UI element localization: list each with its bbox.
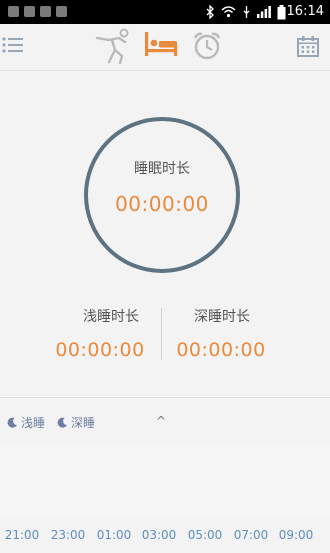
legend-deep-sleep: 深睡 [57, 414, 95, 431]
legend-light-label: 浅睡 [21, 416, 46, 430]
notification-icon [24, 6, 35, 17]
top-toolbar [0, 24, 330, 70]
toolbar-divider [0, 70, 330, 71]
total-sleep-value: 00:00:00 [115, 192, 209, 216]
total-sleep-label: 睡眠时长 [134, 161, 190, 177]
sleep-timeline-chart [0, 445, 330, 517]
status-time: 16:14 [286, 4, 324, 19]
wifi-icon [221, 6, 236, 18]
timeline-tick: 23:00 [50, 528, 86, 542]
bluetooth-icon [206, 5, 214, 19]
runner-icon[interactable] [95, 28, 133, 68]
timeline-tick: 09:00 [278, 528, 314, 542]
menu-icon[interactable] [2, 36, 24, 58]
signal-icon [257, 6, 271, 18]
expand-toggle[interactable]: ^ [156, 414, 166, 428]
calendar-icon[interactable] [297, 36, 319, 61]
battery-icon [277, 4, 286, 19]
timeline-tick: 03:00 [141, 528, 177, 542]
deep-sleep-value: 00:00:00 [176, 339, 266, 361]
notification-icon [8, 6, 19, 17]
moon-icon [57, 417, 67, 428]
timeline-tick: 01:00 [96, 528, 132, 542]
section-divider [0, 397, 330, 398]
legend-deep-label: 深睡 [71, 416, 96, 430]
alarm-clock-icon[interactable] [192, 31, 222, 65]
status-icons [206, 4, 286, 20]
deep-sleep-label: 深睡时长 [194, 309, 250, 325]
bed-icon[interactable] [144, 30, 178, 62]
legend-light-sleep: 浅睡 [7, 414, 45, 431]
notification-icon [40, 6, 51, 17]
light-sleep-label: 浅睡时长 [83, 309, 139, 325]
timeline-tick: 21:00 [4, 528, 40, 542]
light-sleep-value: 00:00:00 [55, 339, 145, 361]
timeline-tick: 05:00 [187, 528, 223, 542]
notification-icon [56, 6, 67, 17]
usb-icon [243, 6, 250, 18]
status-bar: 16:14 [0, 0, 330, 24]
moon-icon [7, 417, 17, 428]
timeline-tick: 07:00 [233, 528, 269, 542]
timeline-axis: 21:00 23:00 01:00 03:00 05:00 07:00 09:0… [0, 528, 330, 546]
